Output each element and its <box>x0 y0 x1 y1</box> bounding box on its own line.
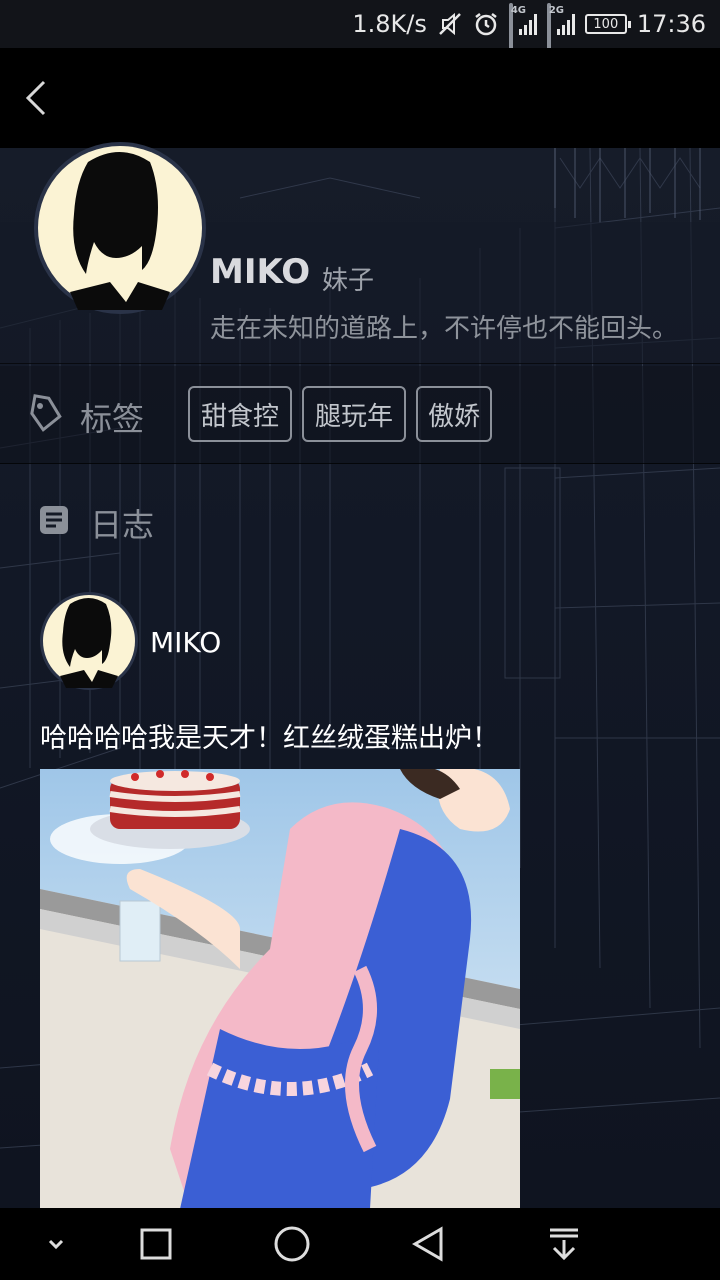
post-text: 哈哈哈哈我是天才！红丝绒蛋糕出炉！ <box>40 723 499 754</box>
mute-icon <box>437 11 463 37</box>
back-button[interactable] <box>16 76 60 120</box>
post-author-avatar[interactable] <box>40 592 138 690</box>
profile-username: MIKO <box>210 252 311 292</box>
tag-chip[interactable]: 傲娇 <box>416 386 492 442</box>
system-nav-bar <box>0 1208 720 1280</box>
document-icon <box>38 504 70 536</box>
chevron-left-icon <box>25 80 46 116</box>
nav-back-button[interactable] <box>400 1220 456 1268</box>
post-image[interactable] <box>40 769 520 1209</box>
battery-icon: 100 <box>584 14 631 34</box>
square-icon <box>140 1228 172 1260</box>
nav-home-button[interactable] <box>264 1220 320 1268</box>
battery-level: 100 <box>593 16 619 32</box>
clock: 17:36 <box>636 10 706 38</box>
network-speed: 1.8K/s <box>352 10 427 38</box>
tag-chip[interactable]: 甜食控 <box>188 386 292 442</box>
circle-icon <box>274 1226 310 1262</box>
diary-section-title: 日志 <box>90 506 155 544</box>
nav-notification-button[interactable] <box>536 1220 592 1268</box>
profile-gender: 妹子 <box>322 266 375 296</box>
tags-label: 标签 <box>80 400 145 438</box>
profile-bio: 走在未知的道路上，不许停也不能回头。 <box>210 314 679 344</box>
download-icon <box>550 1228 578 1261</box>
app-bar <box>0 48 720 148</box>
nav-hide-button[interactable] <box>28 1220 84 1268</box>
signal-4g-icon: 4G <box>508 3 537 59</box>
triangle-back-icon <box>411 1226 443 1262</box>
chevron-down-icon <box>48 1239 64 1250</box>
alarm-icon <box>473 11 499 37</box>
nav-recents-button[interactable] <box>128 1220 184 1268</box>
post-author-name[interactable]: MIKO <box>150 626 221 659</box>
tag-chip[interactable]: 腿玩年 <box>302 386 406 442</box>
tag-icon <box>28 394 64 436</box>
signal-2g-icon: 2G <box>546 3 575 59</box>
avatar[interactable] <box>30 142 210 314</box>
status-bar: 1.8K/s 4G 2G 100 17:36 <box>0 0 720 59</box>
